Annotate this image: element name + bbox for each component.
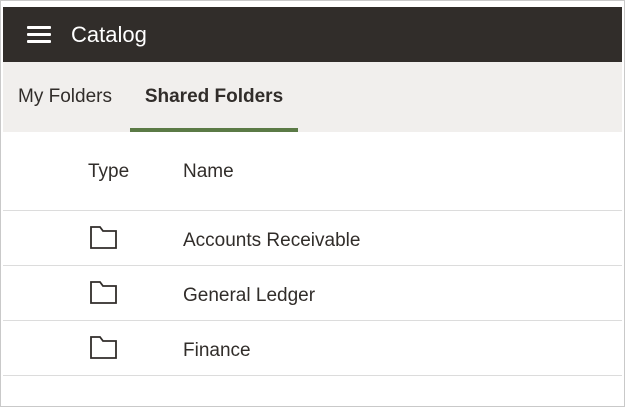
- folder-icon: [90, 336, 117, 359]
- column-header-name[interactable]: Name: [183, 161, 234, 183]
- column-header-type[interactable]: Type: [88, 161, 129, 183]
- folder-icon: [90, 226, 117, 249]
- app-header: Catalog: [3, 7, 622, 62]
- folder-name[interactable]: General Ledger: [183, 285, 315, 307]
- folder-icon: [90, 281, 117, 304]
- tab-my-folders[interactable]: My Folders: [18, 62, 130, 132]
- hamburger-menu-icon[interactable]: [27, 24, 51, 44]
- tab-bar: My Folders Shared Folders: [3, 62, 622, 132]
- folder-name[interactable]: Finance: [183, 340, 251, 362]
- folders-table: Type Name Accounts Receivable General Le…: [3, 132, 622, 376]
- table-row[interactable]: Accounts Receivable: [3, 211, 622, 266]
- table-header: Type Name: [3, 132, 622, 211]
- table-row[interactable]: Finance: [3, 321, 622, 376]
- catalog-panel: Catalog My Folders Shared Folders Type N…: [0, 0, 625, 407]
- tab-shared-folders[interactable]: Shared Folders: [130, 62, 298, 132]
- table-row[interactable]: General Ledger: [3, 266, 622, 321]
- folder-name[interactable]: Accounts Receivable: [183, 230, 360, 252]
- page-title: Catalog: [71, 22, 147, 47]
